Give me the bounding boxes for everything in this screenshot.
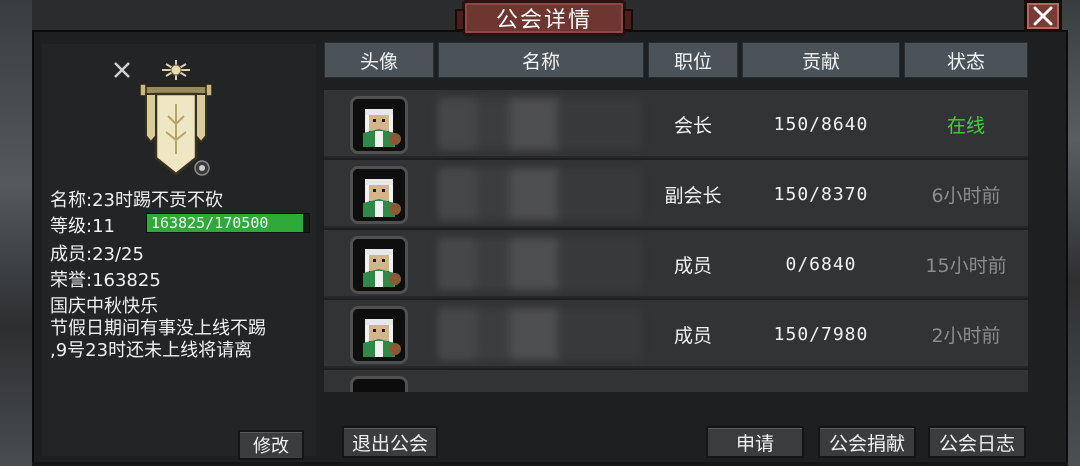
avatar[interactable] (350, 376, 408, 392)
guild-name-row: 名称:23时踢不贡不砍 (50, 186, 223, 212)
guild-honor-label: 荣誉: (50, 270, 93, 291)
member-status: 15小时前 (925, 254, 1007, 277)
table-row[interactable]: 成员 150/7980 2小时前 (324, 300, 1028, 368)
guild-emblem-icon (139, 60, 213, 176)
header-name: 名称 (438, 42, 644, 78)
guild-log-button[interactable]: 公会日志 (928, 426, 1026, 458)
guild-donate-button[interactable]: 公会捐献 (818, 426, 916, 458)
guild-members-value: 23/25 (92, 244, 144, 265)
guild-name-label: 名称: (50, 190, 93, 211)
table-row-partial[interactable] (324, 370, 1028, 392)
title-plaque: 公会详情 (455, 0, 633, 36)
guild-xp-text: 163825/170500 (151, 214, 269, 232)
member-avatar-icon (353, 309, 405, 361)
member-role: 会长 (673, 114, 712, 137)
member-name-redacted (438, 308, 642, 360)
member-contribution: 0/6840 (785, 253, 857, 275)
header-avatar: 头像 (324, 42, 434, 78)
title-cap-right (623, 9, 633, 31)
guild-level-label: 等级: (50, 216, 93, 237)
member-avatar-icon (353, 239, 405, 291)
notice-line: 国庆中秋快乐 (50, 296, 158, 317)
close-button[interactable] (1024, 0, 1062, 32)
table-row[interactable]: 成员 0/6840 15小时前 (324, 230, 1028, 298)
member-status: 在线 (946, 114, 985, 137)
table-row[interactable]: 会长 150/8640 在线 (324, 90, 1028, 158)
title-cap-left (455, 9, 465, 31)
window-title: 公会详情 (495, 8, 592, 33)
member-contribution: 150/8640 (773, 113, 869, 135)
header-status: 状态 (904, 42, 1028, 78)
avatar[interactable] (350, 306, 408, 364)
notice-line: ,9号23时还未上线将请离 (50, 340, 253, 361)
avatar[interactable] (350, 236, 408, 294)
member-contribution: 150/8370 (773, 183, 869, 205)
guild-xp-bar: 163825/170500 (146, 213, 310, 233)
member-contribution: 150/7980 (773, 323, 869, 345)
guild-level-value: 11 (92, 216, 115, 237)
guild-honor-row: 荣誉:163825 (50, 266, 161, 292)
guild-members-row: 成员:23/25 (50, 240, 144, 266)
member-name-redacted (438, 168, 642, 220)
member-name-redacted (438, 98, 642, 150)
close-icon (1033, 6, 1053, 26)
header-contribution: 贡献 (742, 42, 900, 78)
guild-honor-value: 163825 (92, 270, 161, 291)
member-avatar-icon (353, 169, 405, 221)
guild-members-label: 成员: (50, 244, 93, 265)
guild-level-row: 等级:11 (50, 212, 115, 238)
avatar[interactable] (350, 166, 408, 224)
modify-button[interactable]: 修改 (238, 430, 304, 460)
member-role: 成员 (673, 324, 712, 347)
header-role: 职位 (648, 42, 738, 78)
background-left (0, 0, 32, 466)
member-role: 副会长 (664, 184, 722, 207)
guild-notice: 国庆中秋快乐 节假日期间有事没上线不踢 ,9号23时还未上线将请离 (50, 296, 306, 362)
notice-line: 节假日期间有事没上线不踢 (50, 318, 266, 339)
remove-emblem-icon[interactable] (112, 60, 132, 80)
member-status: 6小时前 (931, 184, 1001, 207)
member-avatar-icon (353, 99, 405, 151)
member-name-redacted (438, 238, 642, 290)
apply-button[interactable]: 申请 (706, 426, 804, 458)
member-status: 2小时前 (931, 324, 1001, 347)
window-bottom-edge (32, 462, 1068, 466)
avatar[interactable] (350, 96, 408, 154)
leave-guild-button[interactable]: 退出公会 (342, 426, 438, 458)
table-row[interactable]: 副会长 150/8370 6小时前 (324, 160, 1028, 228)
guild-name-value: 23时踢不贡不砍 (92, 190, 223, 211)
member-role: 成员 (673, 254, 712, 277)
